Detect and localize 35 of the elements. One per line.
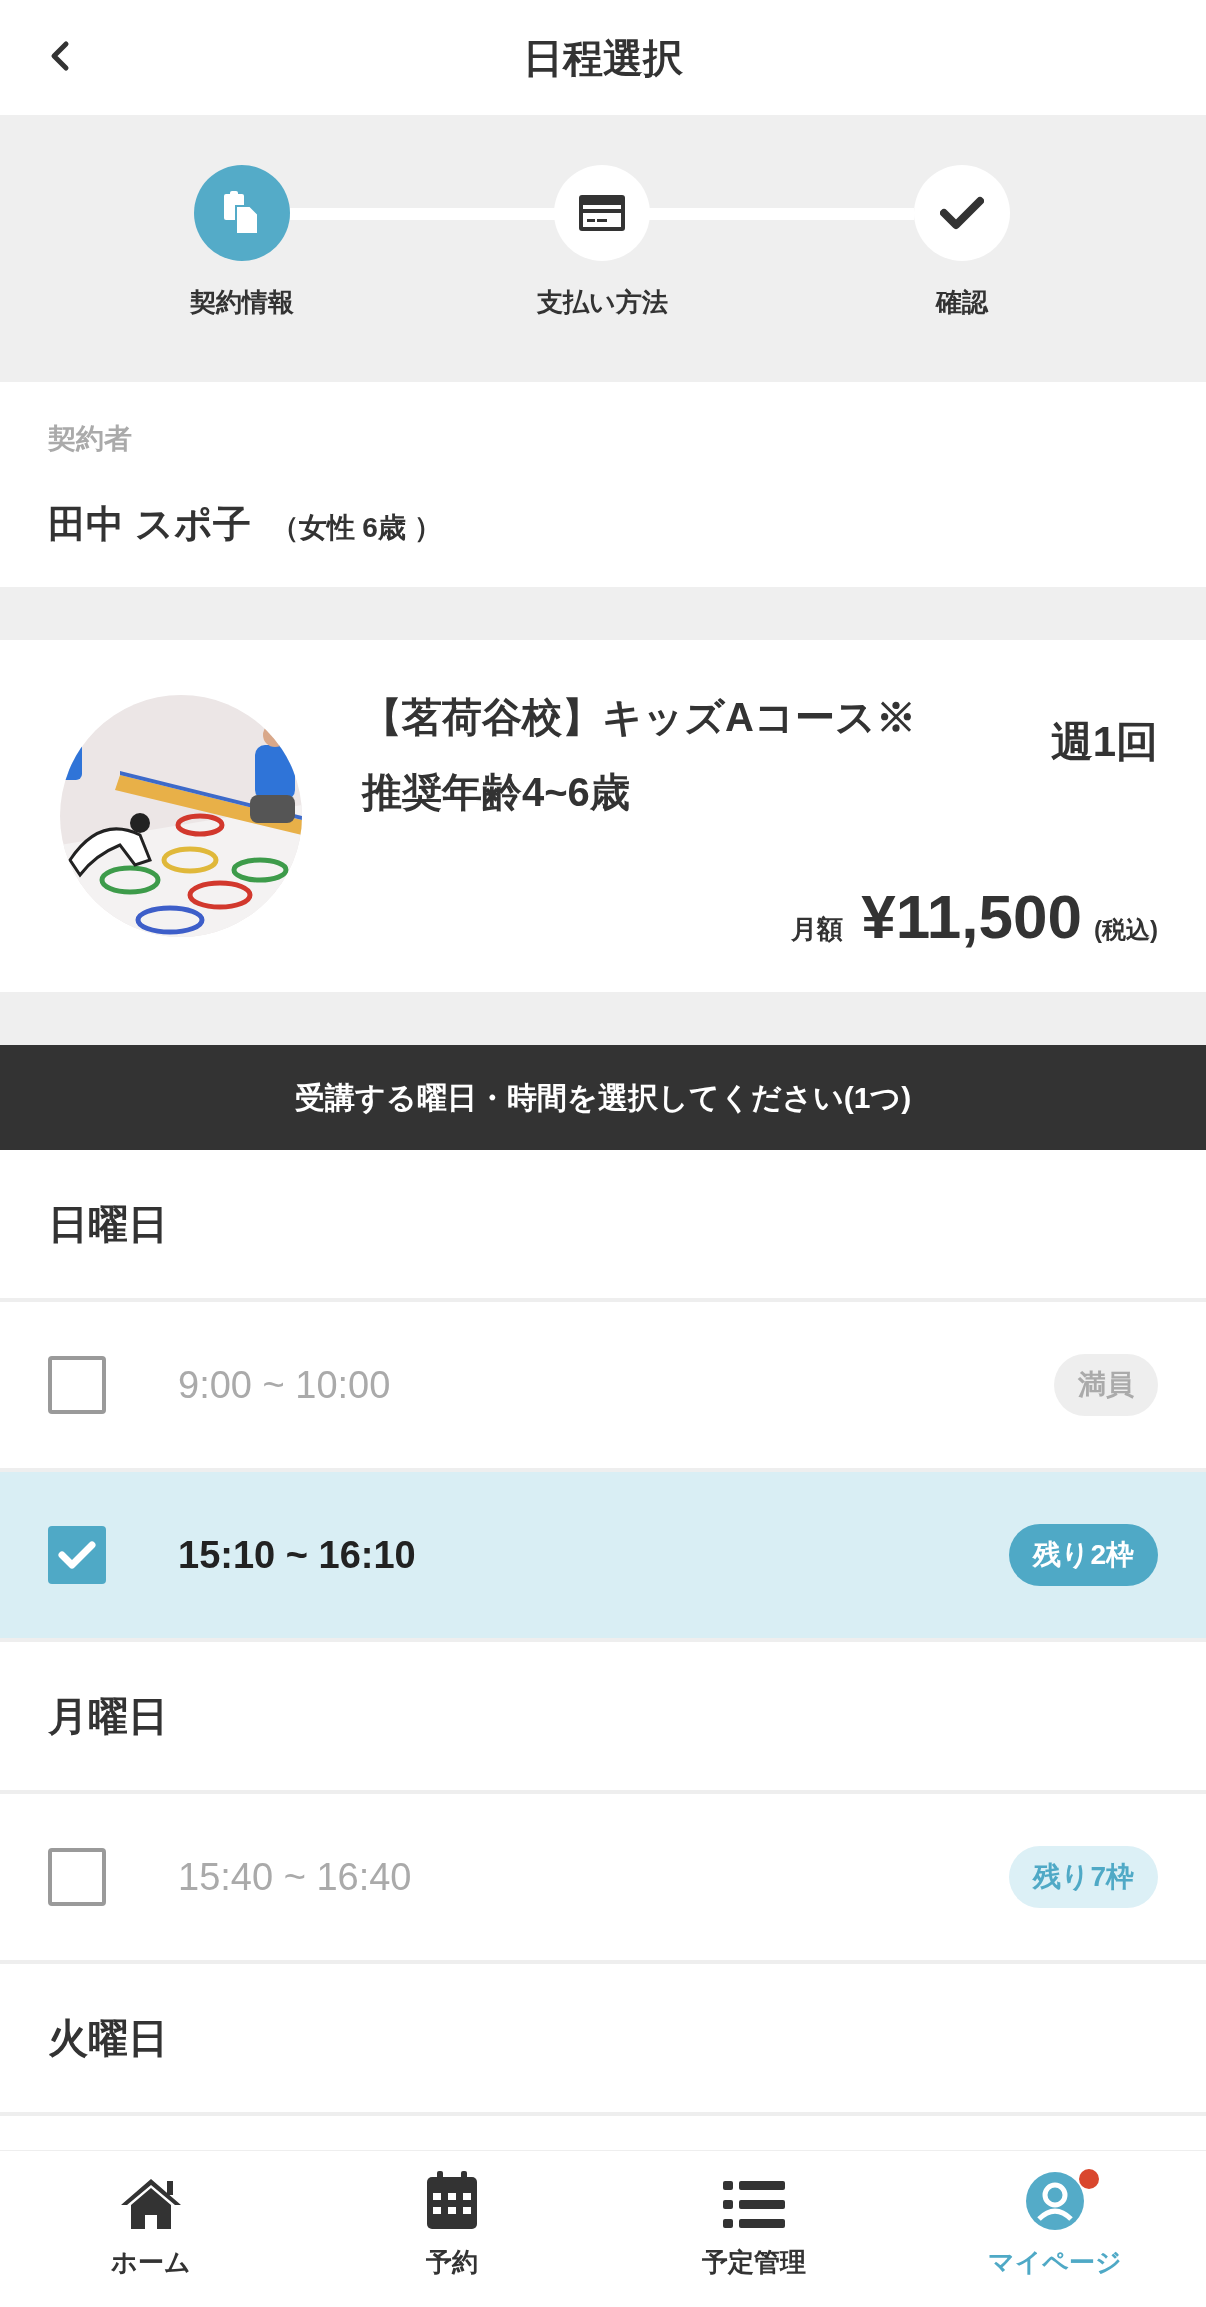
checkbox[interactable] [48,1848,106,1906]
field-label: 契約者 [48,422,133,456]
day-heading: 月曜日 [48,1693,168,1740]
time-slot-row[interactable]: 15:10 ~ 16:10 残り2枠 [0,1472,1206,1638]
calendar-icon [425,2171,480,2231]
page-title: 日程選択 [523,34,683,82]
list-icon [722,2179,785,2231]
course-title: 【茗荷谷校】キッズAコース※推奨年齢4~6歳 [362,694,917,816]
time-slot: 15:10 ~ 16:10 [178,1526,1010,1584]
time-slot: 15:40 ~ 16:40 [178,1848,1010,1906]
day-heading: 火曜日 [48,2015,168,2062]
check-icon [940,195,984,231]
tax-note: (税込) [1094,915,1158,945]
checkbox[interactable] [48,1356,106,1414]
contractor-name: 田中 スポ子 [48,502,251,547]
tab-bar-item[interactable]: 予約 [301,2151,603,2307]
availability-badge: 残り7枠 [1009,1846,1158,1908]
step-label: 契約情報 [190,286,294,319]
user-icon [1025,2171,1086,2231]
contractor-detail: （女性 6歳 ） [270,511,442,545]
tab-bar-item[interactable]: ホーム [0,2151,302,2307]
step-label: 確認 [936,286,988,319]
checkbox[interactable] [48,1526,106,1584]
tab-bar-item[interactable]: 予定管理 [603,2151,905,2307]
credit-card-icon [577,193,627,233]
availability-badge: 満員 [1054,1354,1158,1416]
time-slot: 9:00 ~ 10:00 [178,1356,1054,1414]
step-label: 支払い方法 [536,286,668,319]
price: ¥11,500 [861,881,1082,953]
price-label: 月額 [791,913,844,946]
check-icon [57,1539,97,1571]
availability-badge: 残り2枠 [1009,1524,1158,1586]
frequency-label: 週1回 [1050,717,1158,767]
instruction-banner: 受講する曜日・時間を選択してください(1つ) [0,1045,1206,1150]
day-heading: 日曜日 [48,1201,168,1248]
